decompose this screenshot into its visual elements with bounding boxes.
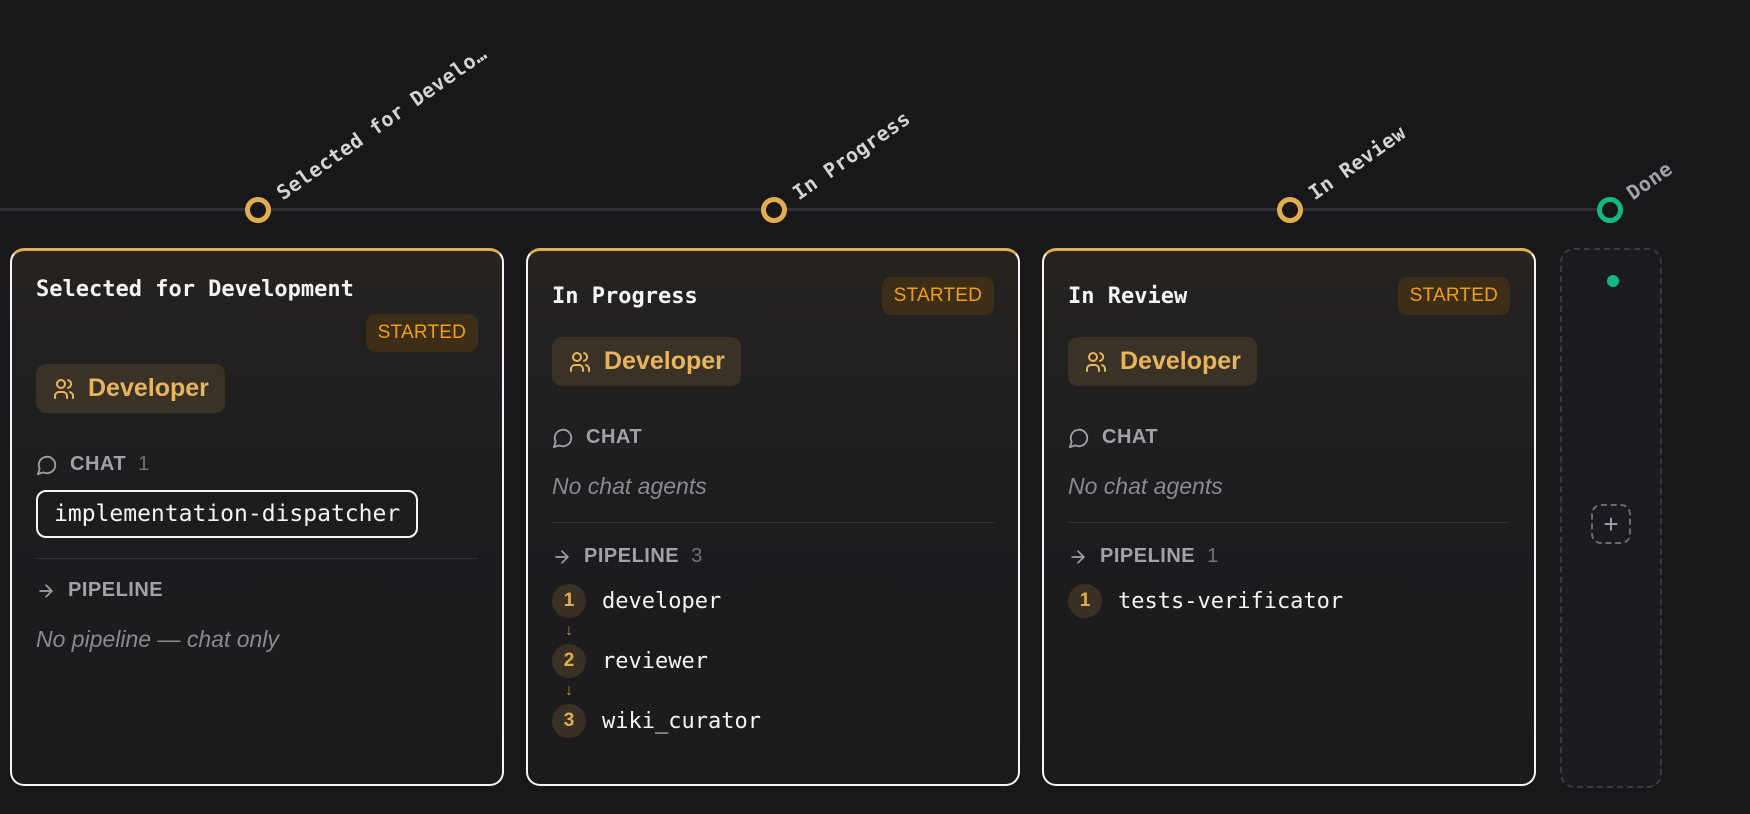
- step-name: reviewer: [602, 648, 708, 674]
- status-badge: STARTED: [365, 314, 478, 352]
- stage-timeline: [0, 208, 1620, 211]
- chat-bubble-icon: [36, 454, 58, 476]
- pipeline-section-header: PIPELINE 3: [552, 545, 994, 568]
- stage-node-in-review[interactable]: [1277, 197, 1303, 223]
- stage-node-in-progress[interactable]: [761, 197, 787, 223]
- role-label: Developer: [604, 347, 725, 375]
- step-name: wiki_curator: [602, 708, 761, 734]
- users-icon: [1084, 350, 1108, 374]
- pipeline-label: PIPELINE: [1100, 545, 1196, 567]
- stage-label-in-progress: In Progress: [788, 105, 915, 205]
- arrow-right-icon: [1068, 547, 1088, 567]
- pipeline-section-header: PIPELINE: [36, 579, 478, 602]
- divider: [36, 558, 478, 559]
- chat-agent-chip[interactable]: implementation-dispatcher: [36, 490, 419, 538]
- arrow-right-icon: [36, 581, 56, 601]
- stage-label-done: Done: [1622, 156, 1677, 205]
- column-card-done[interactable]: +: [1560, 248, 1662, 788]
- done-status-dot: [1607, 275, 1619, 287]
- chat-label: CHAT: [70, 453, 127, 475]
- divider: [552, 522, 994, 523]
- role-chip[interactable]: Developer: [1068, 337, 1257, 386]
- step-name: developer: [602, 588, 722, 614]
- column-title: Selected for Development: [36, 277, 354, 302]
- pipeline-steps: 1 developer ↓ 2 reviewer ↓ 3 wiki_curato…: [552, 584, 994, 738]
- chat-bubble-icon: [552, 427, 574, 449]
- stage-node-done[interactable]: [1597, 197, 1623, 223]
- chat-empty-text: No chat agents: [1068, 473, 1223, 499]
- arrow-down-icon: ↓: [565, 682, 573, 699]
- column-card-in-review[interactable]: In Review STARTED Developer CHAT No chat…: [1042, 248, 1536, 786]
- plus-icon: +: [1603, 508, 1619, 539]
- role-chip[interactable]: Developer: [552, 337, 741, 386]
- divider: [1068, 522, 1510, 523]
- chat-count: 1: [138, 453, 150, 475]
- pipeline-step[interactable]: 1 developer: [552, 584, 994, 618]
- arrow-down-icon: ↓: [565, 622, 573, 639]
- pipeline-step[interactable]: 1 tests-verificator: [1068, 584, 1510, 618]
- pipeline-empty-text: No pipeline — chat only: [36, 626, 279, 652]
- chat-section-header: CHAT: [1068, 426, 1510, 449]
- pipeline-steps: 1 tests-verificator: [1068, 584, 1510, 618]
- chat-section-header: CHAT 1: [36, 453, 478, 476]
- role-label: Developer: [88, 374, 209, 402]
- pipeline-label: PIPELINE: [584, 545, 680, 567]
- stage-node-selected[interactable]: [245, 197, 271, 223]
- add-agent-button[interactable]: +: [1591, 504, 1631, 544]
- pipeline-count: 1: [1207, 545, 1219, 567]
- stage-label-in-review: In Review: [1304, 120, 1411, 205]
- column-title: In Progress: [552, 283, 698, 309]
- chat-label: CHAT: [1102, 426, 1159, 448]
- step-name: tests-verificator: [1118, 588, 1344, 614]
- step-number: 3: [552, 704, 586, 738]
- pipeline-count: 3: [691, 545, 703, 567]
- arrow-right-icon: [552, 547, 572, 567]
- role-chip[interactable]: Developer: [36, 364, 225, 413]
- users-icon: [52, 377, 76, 401]
- step-number: 1: [552, 584, 586, 618]
- column-title: In Review: [1068, 283, 1188, 309]
- users-icon: [568, 350, 592, 374]
- chat-section-header: CHAT: [552, 426, 994, 449]
- chat-bubble-icon: [1068, 427, 1090, 449]
- chat-empty-text: No chat agents: [552, 473, 707, 499]
- role-label: Developer: [1120, 347, 1241, 375]
- pipeline-step[interactable]: 2 reviewer: [552, 644, 994, 678]
- step-number: 2: [552, 644, 586, 678]
- step-number: 1: [1068, 584, 1102, 618]
- status-badge: STARTED: [881, 277, 994, 315]
- stage-label-selected: Selected for Develo…: [272, 41, 492, 205]
- column-card-in-progress[interactable]: In Progress STARTED Developer CHAT No ch…: [526, 248, 1020, 786]
- status-badge: STARTED: [1397, 277, 1510, 315]
- pipeline-label: PIPELINE: [68, 579, 164, 601]
- column-card-selected[interactable]: Selected for Development STARTED Develop…: [10, 248, 504, 786]
- pipeline-step[interactable]: 3 wiki_curator: [552, 704, 994, 738]
- chat-label: CHAT: [586, 426, 643, 448]
- pipeline-section-header: PIPELINE 1: [1068, 545, 1510, 568]
